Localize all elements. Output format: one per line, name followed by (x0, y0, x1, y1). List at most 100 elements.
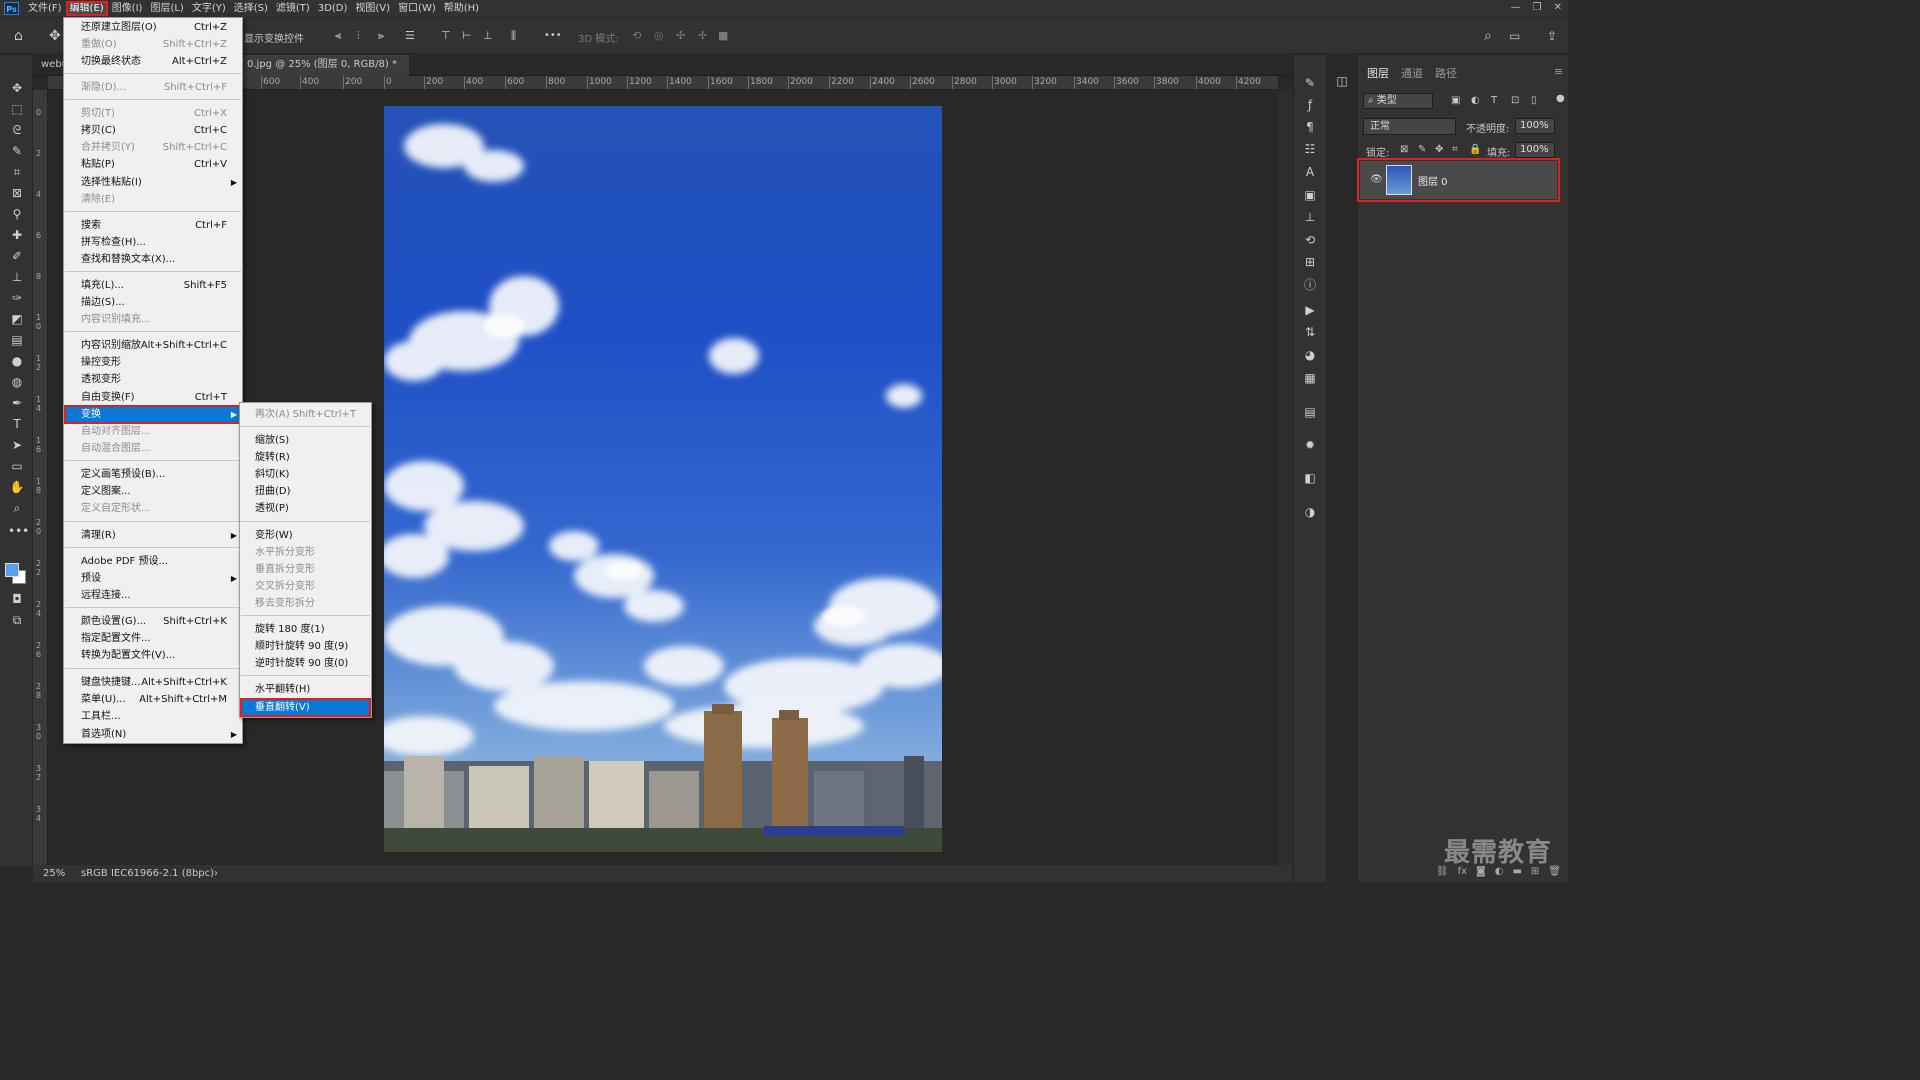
workspace-icon[interactable]: ▭ (1509, 27, 1520, 45)
lock-transparent-icon[interactable]: ⊠ (1400, 144, 1408, 155)
lock-artboard-icon[interactable]: ⌗ (1452, 144, 1458, 155)
document-tab-other[interactable]: webu (33, 55, 68, 76)
menu-layer[interactable]: 图层(L) (146, 1, 187, 16)
transform-menu-item[interactable]: 水平翻转(H) (241, 681, 370, 698)
align-top-icon[interactable]: ⊤ (441, 27, 451, 45)
filter-type-icon[interactable]: T (1491, 95, 1497, 106)
frame-tool-icon[interactable]: ⊠ (8, 184, 26, 202)
color-icon[interactable]: ◑ (1302, 504, 1318, 520)
styles-icon[interactable]: ƒ (1302, 97, 1318, 113)
lock-position-icon[interactable]: ✥ (1435, 144, 1443, 155)
menu-select[interactable]: 选择(S) (230, 1, 272, 16)
edit-menu-item[interactable]: 定义图案... (65, 483, 241, 500)
menu-image[interactable]: 图像(I) (108, 1, 147, 16)
edit-menu-item[interactable]: 透视变形 (65, 371, 241, 388)
info-icon[interactable]: ⓘ (1302, 277, 1318, 293)
opacity-input[interactable]: 100% (1515, 118, 1555, 134)
menu-view[interactable]: 视图(V) (351, 1, 394, 16)
3d-pan-icon[interactable]: ✣ (676, 27, 685, 45)
quick-select-tool-icon[interactable]: ✎ (8, 142, 26, 160)
panel-menu-icon[interactable]: ≡ (1554, 65, 1563, 78)
libraries-icon[interactable]: ⊞ (1302, 254, 1318, 270)
menu-file[interactable]: 文件(F) (24, 1, 66, 16)
menu-window[interactable]: 窗口(W) (394, 1, 440, 16)
edit-menu-item[interactable]: 拷贝(C) Ctrl+C (65, 122, 241, 139)
edit-menu-item[interactable]: 内容识别缩放 Alt+Shift+Ctrl+C (65, 337, 241, 354)
healing-brush-tool-icon[interactable]: ✚ (8, 226, 26, 244)
edit-menu-item[interactable]: 预设 ▶ (65, 570, 241, 587)
transform-menu-item[interactable]: 缩放(S) (241, 432, 370, 449)
menu-3d[interactable]: 3D(D) (314, 1, 352, 16)
restore-button[interactable]: ❐ (1533, 0, 1542, 16)
layer-name[interactable]: 图层 0 (1418, 173, 1448, 188)
layer-row[interactable]: 👁 图层 0 (1357, 158, 1560, 202)
edit-menu-item[interactable]: 指定配置文件... (65, 630, 241, 647)
edit-menu-item[interactable]: 粘贴(P) Ctrl+V (65, 156, 241, 173)
3d-slide-icon[interactable]: ✢ (698, 27, 707, 45)
menu-type[interactable]: 文字(Y) (188, 1, 230, 16)
transform-menu-item[interactable]: 顺时针旋转 90 度(9) (241, 638, 370, 655)
edit-menu-item[interactable]: 清理(R) ▶ (65, 527, 241, 544)
glyphs-icon[interactable]: ▣ (1302, 187, 1318, 203)
marquee-tool-icon[interactable]: ⬚ (8, 100, 26, 118)
screen-mode-icon[interactable]: ⧉ (8, 611, 26, 629)
eyedropper-tool-icon[interactable]: ⚲ (8, 205, 26, 223)
type-tool-icon[interactable]: T (8, 415, 26, 433)
lasso-tool-icon[interactable]: ᘓ (8, 121, 26, 139)
menu-filter[interactable]: 滤镜(T) (272, 1, 314, 16)
edit-menu-item[interactable]: 切换最终状态 Alt+Ctrl+Z (65, 53, 241, 70)
swatches-icon[interactable]: ◫ (1334, 73, 1350, 89)
edit-menu-item[interactable]: 填充(L)... Shift+F5 (65, 277, 241, 294)
3d-scale-icon[interactable]: ■ (718, 27, 728, 45)
pen-tool-icon[interactable]: ✒ (8, 394, 26, 412)
align-bottom-icon[interactable]: ⊥ (483, 27, 493, 45)
minimize-button[interactable]: — (1511, 0, 1521, 16)
adjustments-icon[interactable]: ☷ (1302, 141, 1318, 157)
filter-pixel-icon[interactable]: ▣ (1451, 95, 1460, 106)
history-brush-tool-icon[interactable]: ✑ (8, 289, 26, 307)
brush-tool-icon[interactable]: ✐ (8, 247, 26, 265)
hand-tool-icon[interactable]: ✋ (8, 478, 26, 496)
filter-adjustment-icon[interactable]: ◐ (1471, 95, 1480, 106)
eraser-tool-icon[interactable]: ◩ (8, 310, 26, 328)
edit-menu-item[interactable]: 颜色设置(G)... Shift+Ctrl+K (65, 613, 241, 630)
transform-menu-item[interactable]: 扭曲(D) (241, 483, 370, 500)
character-icon[interactable]: A (1302, 164, 1318, 180)
zoom-level[interactable]: 25% (43, 865, 65, 882)
align-right-icon[interactable]: ⫸ (378, 27, 384, 45)
3d-orbit-icon[interactable]: ⟲ (632, 27, 641, 45)
clone-source-icon[interactable]: ⊥ (1302, 209, 1318, 225)
transform-menu-item[interactable]: 旋转 180 度(1) (241, 621, 370, 638)
edit-menu-item[interactable]: Adobe PDF 预设... (65, 553, 241, 570)
edit-menu-item[interactable]: 菜单(U)... Alt+Shift+Ctrl+M (65, 691, 241, 708)
edit-menu-item[interactable]: 搜索 Ctrl+F (65, 217, 241, 234)
tab-paths[interactable]: 路径 (1435, 65, 1457, 81)
edit-menu-item[interactable]: 查找和替换文本(X)... (65, 251, 241, 268)
close-button[interactable]: ✕ (1554, 0, 1562, 16)
quick-mask-icon[interactable]: ◘ (8, 590, 26, 608)
transform-menu-item[interactable]: 旋转(R) (241, 449, 370, 466)
edit-menu-item[interactable]: 远程连接... (65, 587, 241, 604)
layer-filter-select[interactable]: ⌕ 类型 (1363, 93, 1433, 109)
properties-icon[interactable]: ✹ (1302, 437, 1318, 453)
filter-smartobject-icon[interactable]: ▯ (1531, 95, 1537, 106)
tab-channels[interactable]: 通道 (1401, 65, 1423, 81)
transform-menu-item[interactable]: 垂直翻转(V) (240, 698, 371, 717)
align-left-icon[interactable]: ⫷ (335, 27, 341, 45)
transform-menu-item[interactable]: 逆时针旋转 90 度(0) (241, 655, 370, 672)
status-menu-arrow[interactable]: › (214, 865, 218, 882)
lock-image-icon[interactable]: ✎ (1418, 144, 1426, 155)
share-icon[interactable]: ⇪ (1547, 27, 1557, 45)
gradient-tool-icon[interactable]: ▤ (8, 331, 26, 349)
edit-menu-item[interactable]: 工具栏... (65, 708, 241, 725)
edit-menu-item[interactable]: 定义画笔预设(B)... (65, 466, 241, 483)
edit-menu-item[interactable]: 拼写检查(H)... (65, 234, 241, 251)
foreground-color-swatch[interactable] (5, 563, 19, 577)
edit-menu-item[interactable]: 变换 ▶ (64, 405, 242, 424)
notes-icon[interactable]: ▤ (1302, 404, 1318, 420)
menu-edit[interactable]: 编辑(E) (65, 1, 108, 16)
zoom-tool-icon[interactable]: ⌕ (8, 499, 26, 517)
edit-menu-item[interactable]: 选择性粘贴(I) ▶ (65, 174, 241, 191)
document-image[interactable] (384, 106, 942, 852)
brush-settings-icon[interactable]: ✎ (1302, 75, 1318, 91)
